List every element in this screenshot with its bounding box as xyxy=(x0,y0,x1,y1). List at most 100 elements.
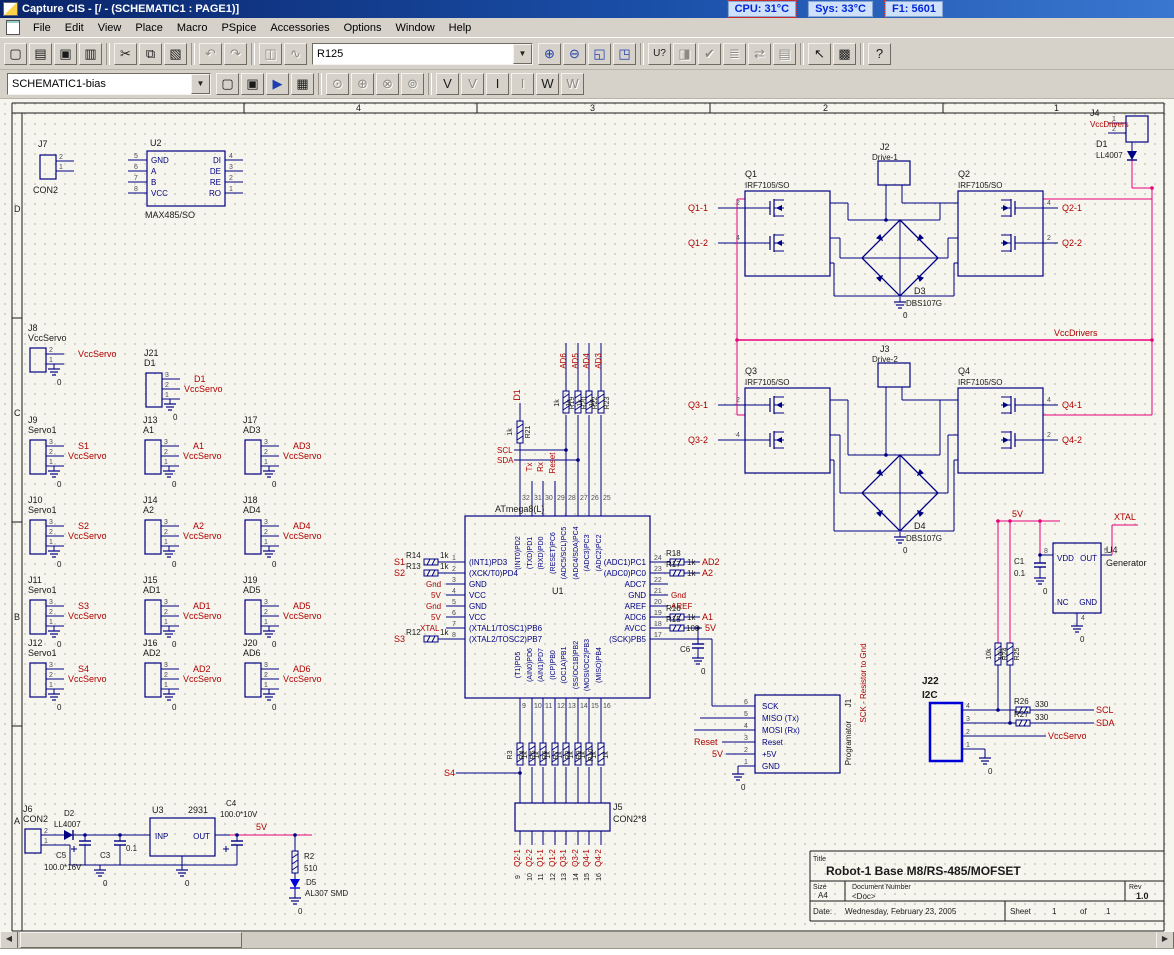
schematic-label[interactable]: A xyxy=(151,167,157,176)
schematic-label[interactable]: 5 xyxy=(744,711,748,718)
pin-number[interactable]: 3 xyxy=(264,519,268,526)
schematic-label[interactable]: Q1-2 xyxy=(548,849,557,867)
schematic-label[interactable]: Q4-1 xyxy=(582,849,591,867)
schematic-label[interactable]: Q1-2 xyxy=(688,238,708,248)
open-document-button[interactable]: ▤ xyxy=(29,43,52,65)
schematic-label[interactable]: C3 xyxy=(100,851,111,860)
connector-name[interactable]: CON2 xyxy=(33,185,58,195)
schematic-label[interactable]: MISO (Tx) xyxy=(762,714,799,723)
schematic-label[interactable]: 25 xyxy=(603,495,611,502)
copy-button[interactable]: ⧉ xyxy=(139,43,162,65)
schematic-label[interactable]: 100 xyxy=(686,624,700,633)
schematic-label[interactable]: VccDrivers xyxy=(1054,328,1098,338)
part-reference-combo[interactable]: R125▼ xyxy=(312,43,533,65)
schematic-canvas[interactable]: 0000000000J7CON221J8VccServo21VccServo0J… xyxy=(0,99,1174,932)
schematic-label[interactable]: 22 xyxy=(654,577,662,584)
schematic-label[interactable]: (MISO)PB4 xyxy=(596,647,603,683)
schematic-label[interactable]: 1k xyxy=(440,562,449,571)
schematic-label[interactable]: I2C xyxy=(922,690,938,701)
schematic-label[interactable]: 2 xyxy=(452,566,456,573)
schematic-label[interactable]: SDA xyxy=(497,456,514,465)
schematic-label[interactable]: (ADC0)PC0 xyxy=(604,569,647,578)
schematic-label[interactable]: 15 xyxy=(584,873,591,881)
schematic-label[interactable]: (ADC2)PC2 xyxy=(596,534,603,571)
connector-ref[interactable]: J9 xyxy=(28,415,38,425)
schematic-label[interactable]: 1k xyxy=(440,628,449,637)
pin-number[interactable]: 1 xyxy=(164,459,168,466)
zoom-area-button[interactable]: ◱ xyxy=(588,43,611,65)
schematic-label[interactable]: 13 xyxy=(568,703,576,710)
resistor[interactable] xyxy=(432,559,435,565)
net-label[interactable]: A2 xyxy=(193,521,204,531)
pin-number[interactable]: 2 xyxy=(44,828,48,835)
schematic-label[interactable]: (INT0)PD2 xyxy=(515,536,522,570)
schematic-label[interactable]: 12 xyxy=(557,703,565,710)
print-button[interactable]: ▥ xyxy=(79,43,102,65)
schematic-label[interactable]: Q3-1 xyxy=(559,849,568,867)
pin-number[interactable]: 3 xyxy=(165,372,169,379)
schematic-label[interactable]: S3 xyxy=(394,634,405,644)
pin-number[interactable]: 1 xyxy=(49,682,53,689)
connector-ref[interactable]: J10 xyxy=(28,495,43,505)
schematic-label[interactable]: Tx xyxy=(525,463,534,472)
part-box[interactable] xyxy=(465,516,650,698)
schematic-label[interactable]: 30 xyxy=(545,495,553,502)
schematic-label[interactable]: R19 xyxy=(569,396,576,409)
schematic-label[interactable]: (AIN1)PD7 xyxy=(538,648,545,682)
schematic-label[interactable]: 1k xyxy=(534,751,541,759)
schematic-label[interactable]: 5V xyxy=(712,749,723,759)
schematic-label[interactable]: MOSI (Rx) xyxy=(762,726,800,735)
schematic-label[interactable]: XTAL xyxy=(420,624,440,633)
schematic-label[interactable]: AD3 xyxy=(594,353,603,369)
pin-number[interactable]: 2 xyxy=(164,609,168,616)
differential-marker-button[interactable]: ⊚ xyxy=(401,73,424,95)
schematic-label[interactable]: IRF7105/SO xyxy=(745,181,789,190)
pin-number[interactable]: 2 xyxy=(49,609,53,616)
junction-dot[interactable] xyxy=(235,833,239,837)
menu-view[interactable]: View xyxy=(91,20,129,36)
schematic-label[interactable]: 14 xyxy=(573,873,580,881)
net-label[interactable]: AD4 xyxy=(293,521,311,531)
pin-number[interactable]: 1 xyxy=(264,539,268,546)
resistor[interactable] xyxy=(575,746,581,750)
schematic-label[interactable]: 1 xyxy=(452,555,456,562)
pin-number[interactable]: 1 xyxy=(49,357,53,364)
part-box[interactable] xyxy=(745,191,830,276)
schematic-label[interactable]: DBS107G xyxy=(906,299,942,308)
schematic-label[interactable]: 4 xyxy=(452,588,456,595)
schematic-label[interactable]: 330 xyxy=(1035,700,1049,709)
schematic-label[interactable]: OUT xyxy=(193,832,210,841)
schematic-label[interactable]: 1k xyxy=(603,751,610,759)
part-box[interactable] xyxy=(1126,116,1148,142)
pin-number[interactable]: 1 xyxy=(49,539,53,546)
schematic-label[interactable]: Q4-1 xyxy=(1062,400,1082,410)
schematic-label[interactable]: 23 xyxy=(654,566,662,573)
toggle-selected-bias-current-button[interactable]: I xyxy=(511,73,534,95)
schematic-label[interactable]: R24 xyxy=(1002,647,1009,660)
schematic-label[interactable]: 1 xyxy=(744,759,748,766)
schematic-label[interactable]: ATmega8(L) xyxy=(495,504,544,514)
schematic-label[interactable]: 16 xyxy=(596,873,603,881)
connector-body[interactable] xyxy=(30,600,46,634)
ground-label[interactable]: 0 xyxy=(272,480,277,489)
schematic-label[interactable]: U1 xyxy=(552,586,564,596)
enable-bias-voltage-display-button[interactable]: V xyxy=(436,73,459,95)
net-label[interactable]: VccServo xyxy=(68,531,107,541)
pin-number[interactable]: 3 xyxy=(164,439,168,446)
schematic-label[interactable]: 4 xyxy=(966,703,970,710)
resistor[interactable] xyxy=(673,625,676,631)
connector-ref[interactable]: J8 xyxy=(28,323,38,333)
select-tool-button[interactable]: ↖ xyxy=(808,43,831,65)
paste-button[interactable]: ▧ xyxy=(164,43,187,65)
schematic-label[interactable]: 2931 xyxy=(188,805,208,815)
schematic-label[interactable]: (XTAL1/TOSC1)PB6 xyxy=(469,624,543,633)
schematic-label[interactable]: Q4-2 xyxy=(594,849,603,867)
net-label[interactable]: S1 xyxy=(78,441,89,451)
schematic-label[interactable]: 6 xyxy=(452,610,456,617)
schematic-label[interactable]: R14 xyxy=(406,551,421,560)
schematic-label[interactable]: R12 xyxy=(406,628,421,637)
menu-file[interactable]: File xyxy=(26,20,58,36)
schematic-label[interactable]: DBS107G xyxy=(906,534,942,543)
schematic-label[interactable]: IRF7105/SO xyxy=(958,181,1002,190)
schematic-label[interactable]: 2 xyxy=(744,747,748,754)
